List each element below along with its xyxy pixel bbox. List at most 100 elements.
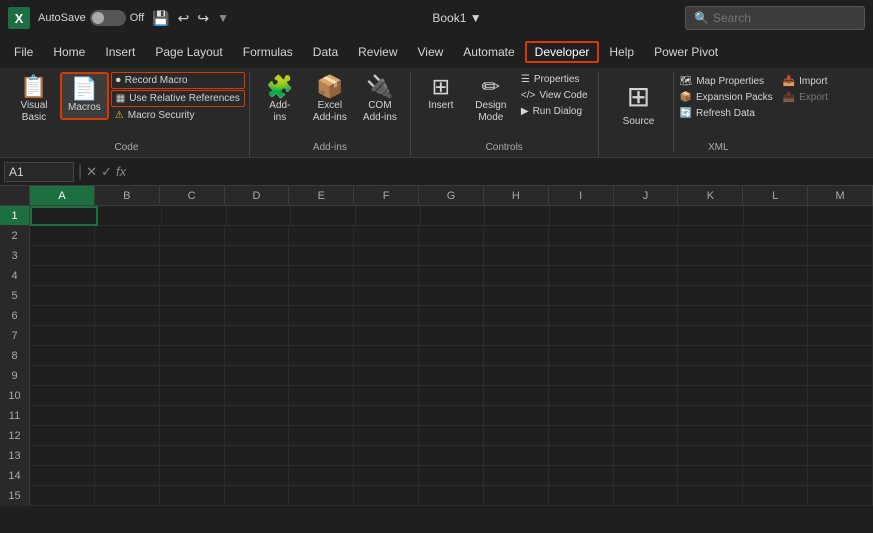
confirm-formula-icon[interactable]: ✓ [101, 164, 112, 180]
cell-F9[interactable] [354, 366, 419, 386]
cell-E5[interactable] [289, 286, 354, 306]
col-header-M[interactable]: M [808, 186, 873, 205]
cell-F8[interactable] [354, 346, 419, 366]
cell-C5[interactable] [160, 286, 225, 306]
macro-security-button[interactable]: ⚠ Macro Security [111, 108, 245, 123]
cell-H4[interactable] [484, 266, 549, 286]
cell-D13[interactable] [225, 446, 290, 466]
cell-D4[interactable] [225, 266, 290, 286]
cell-M11[interactable] [808, 406, 873, 426]
cell-F12[interactable] [354, 426, 419, 446]
cell-M10[interactable] [808, 386, 873, 406]
cell-I10[interactable] [549, 386, 614, 406]
cell-J9[interactable] [614, 366, 679, 386]
cell-J6[interactable] [614, 306, 679, 326]
export-button[interactable]: 📤 Export [779, 90, 832, 105]
cell-C12[interactable] [160, 426, 225, 446]
cell-G12[interactable] [419, 426, 484, 446]
menu-view[interactable]: View [408, 41, 454, 63]
cell-C3[interactable] [160, 246, 225, 266]
cell-D8[interactable] [225, 346, 290, 366]
run-dialog-button[interactable]: ▶ Run Dialog [517, 104, 592, 119]
cell-A9[interactable] [30, 366, 95, 386]
cell-A4[interactable] [30, 266, 95, 286]
cell-L1[interactable] [744, 206, 809, 226]
cell-K1[interactable] [679, 206, 744, 226]
cell-D11[interactable] [225, 406, 290, 426]
cell-M12[interactable] [808, 426, 873, 446]
cell-L6[interactable] [743, 306, 808, 326]
cell-I12[interactable] [549, 426, 614, 446]
cell-K4[interactable] [678, 266, 743, 286]
cell-I11[interactable] [549, 406, 614, 426]
cell-I6[interactable] [549, 306, 614, 326]
source-button[interactable]: ⊞ Source [615, 76, 663, 132]
cell-C15[interactable] [160, 486, 225, 506]
cell-J1[interactable] [614, 206, 679, 226]
autosave-toggle[interactable] [90, 10, 126, 26]
menu-formulas[interactable]: Formulas [233, 41, 303, 63]
cell-C1[interactable] [162, 206, 227, 226]
cell-K9[interactable] [678, 366, 743, 386]
cell-H1[interactable] [485, 206, 550, 226]
cell-B11[interactable] [95, 406, 160, 426]
cell-B9[interactable] [95, 366, 160, 386]
col-header-C[interactable]: C [160, 186, 225, 205]
customize-icon[interactable]: ▼ [217, 11, 229, 25]
cell-A13[interactable] [30, 446, 95, 466]
cell-M3[interactable] [808, 246, 873, 266]
cell-reference-box[interactable] [4, 162, 74, 182]
cell-E14[interactable] [289, 466, 354, 486]
cell-G5[interactable] [419, 286, 484, 306]
cell-G3[interactable] [419, 246, 484, 266]
cell-H7[interactable] [484, 326, 549, 346]
cell-E6[interactable] [289, 306, 354, 326]
cell-J3[interactable] [614, 246, 679, 266]
cell-J11[interactable] [614, 406, 679, 426]
cell-B10[interactable] [95, 386, 160, 406]
design-mode-button[interactable]: ✏ DesignMode [467, 72, 515, 128]
cell-G7[interactable] [419, 326, 484, 346]
cell-G8[interactable] [419, 346, 484, 366]
cell-J15[interactable] [614, 486, 679, 506]
cell-I2[interactable] [549, 226, 614, 246]
cell-A12[interactable] [30, 426, 95, 446]
import-button[interactable]: 📥 Import [779, 74, 832, 89]
cell-J8[interactable] [614, 346, 679, 366]
cell-F13[interactable] [354, 446, 419, 466]
cell-E9[interactable] [289, 366, 354, 386]
cell-M2[interactable] [808, 226, 873, 246]
cell-I15[interactable] [549, 486, 614, 506]
cell-E1[interactable] [291, 206, 356, 226]
cell-M7[interactable] [808, 326, 873, 346]
cell-L3[interactable] [743, 246, 808, 266]
cell-J2[interactable] [614, 226, 679, 246]
cell-G1[interactable] [421, 206, 486, 226]
cell-K5[interactable] [678, 286, 743, 306]
menu-automate[interactable]: Automate [453, 41, 524, 63]
cell-J4[interactable] [614, 266, 679, 286]
cell-D2[interactable] [225, 226, 290, 246]
cancel-formula-icon[interactable]: ✕ [86, 164, 97, 180]
cell-K2[interactable] [678, 226, 743, 246]
cell-L9[interactable] [743, 366, 808, 386]
cell-C11[interactable] [160, 406, 225, 426]
cell-L7[interactable] [743, 326, 808, 346]
cell-E3[interactable] [289, 246, 354, 266]
col-header-F[interactable]: F [354, 186, 419, 205]
cell-F2[interactable] [354, 226, 419, 246]
cell-I8[interactable] [549, 346, 614, 366]
cell-F11[interactable] [354, 406, 419, 426]
cell-A11[interactable] [30, 406, 95, 426]
cell-K10[interactable] [678, 386, 743, 406]
cell-A5[interactable] [30, 286, 95, 306]
cell-B5[interactable] [95, 286, 160, 306]
cell-G14[interactable] [419, 466, 484, 486]
excel-add-ins-button[interactable]: 📦 ExcelAdd-ins [306, 72, 354, 128]
cell-L14[interactable] [743, 466, 808, 486]
cell-H15[interactable] [484, 486, 549, 506]
menu-developer[interactable]: Developer [525, 41, 600, 63]
cell-B1[interactable] [98, 206, 163, 226]
cell-G4[interactable] [419, 266, 484, 286]
cell-M9[interactable] [808, 366, 873, 386]
